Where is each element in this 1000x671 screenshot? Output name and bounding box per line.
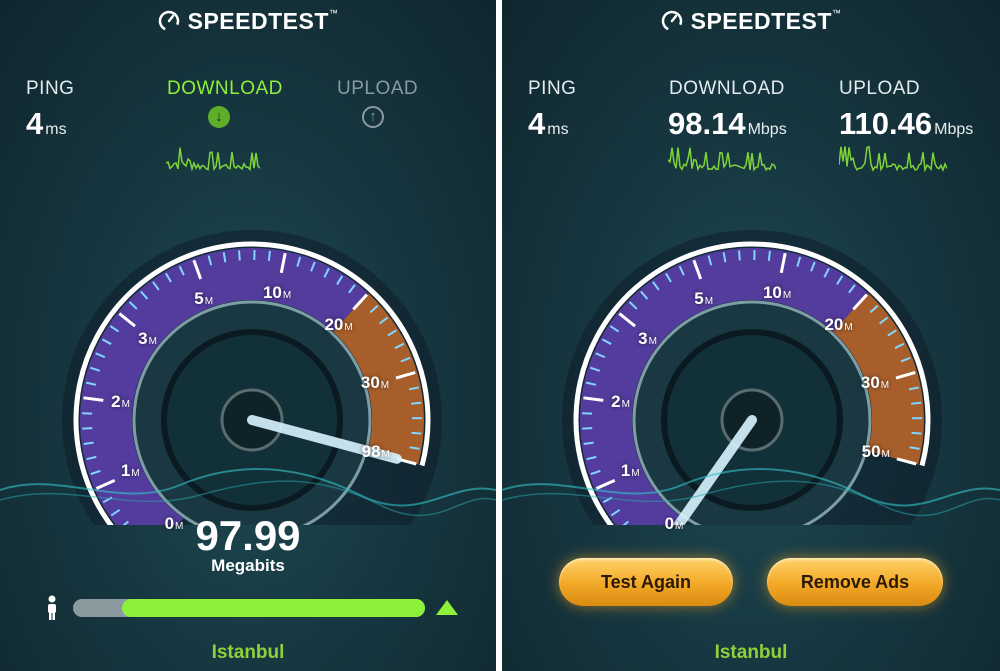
- download-activity-graph: [668, 147, 776, 172]
- progress-fill: [122, 599, 425, 617]
- gauge-tick: [911, 401, 922, 405]
- gauge-tick: [582, 427, 593, 430]
- right-panel-results: SPEEDTEST™ PING 4 ms DOWNLOAD 98.14 Mbps U…: [502, 0, 1000, 671]
- server-city: Istanbul: [211, 642, 285, 663]
- gauge-tick-label: 5M: [194, 288, 214, 308]
- gauge-tick-label: 0M: [664, 513, 684, 533]
- gauge-tick: [583, 441, 594, 446]
- gauge-tick-label: 20M: [324, 314, 353, 334]
- gauge-tick: [767, 250, 771, 261]
- ping-label: PING: [528, 78, 577, 99]
- upload-value: 110.46 Mbps: [839, 106, 974, 141]
- download-value: 98.14 Mbps: [668, 106, 787, 141]
- upload-label: UPLOAD: [337, 78, 419, 99]
- gauge-tick-label: 3M: [138, 328, 157, 348]
- gauge-tick-label: 98M: [361, 442, 390, 462]
- download-activity-graph: [166, 147, 260, 172]
- upload-label: UPLOAD: [839, 78, 921, 99]
- ping-value: 4 ms: [26, 106, 67, 141]
- download-label: DOWNLOAD: [167, 78, 283, 99]
- gauge-tick-label: 30M: [360, 373, 390, 393]
- test-again-button[interactable]: Test Again: [559, 558, 733, 606]
- person-icon: [48, 595, 56, 620]
- gauge-tick-label: 2M: [111, 392, 130, 412]
- gauge-tick: [411, 431, 422, 435]
- remove-ads-button[interactable]: Remove Ads: [767, 558, 943, 606]
- gauge-tick-label: 3M: [638, 328, 657, 348]
- gauge-tick-label: 30M: [860, 373, 890, 393]
- server-city: Istanbul: [714, 642, 788, 663]
- gauge-tick-label: 5M: [694, 288, 714, 308]
- speedtest-logo: SPEEDTEST™: [502, 8, 1000, 35]
- gauge-tick: [411, 401, 422, 405]
- speed-reading-value: 97.99: [195, 512, 301, 559]
- left-panel-testing: SPEEDTEST™ PING 4 ms DOWNLOAD ↓ UPLOAD ↑ …: [0, 0, 496, 671]
- upload-activity-graph: [839, 145, 947, 173]
- speedtest-logo: SPEEDTEST™: [0, 8, 496, 35]
- arrow-down-icon: ↓: [208, 106, 230, 128]
- wave-decoration: [502, 467, 1000, 517]
- gauge-tick-label: 1M: [620, 460, 640, 480]
- gauge-tick: [738, 250, 741, 261]
- gauge-tick-label: 20M: [824, 314, 853, 334]
- gauge-tick: [82, 427, 93, 430]
- download-label: DOWNLOAD: [669, 78, 785, 99]
- gauge-tick: [911, 431, 922, 435]
- server-marker-icon: [436, 600, 458, 615]
- gauge-tick-label: 10M: [262, 283, 292, 303]
- ping-label: PING: [26, 78, 75, 99]
- arrow-up-icon: ↑: [362, 106, 384, 128]
- gauge-tick-label: 10M: [762, 283, 792, 303]
- gauge-tick-label: 50M: [861, 442, 890, 462]
- speedometer-logo-icon: [158, 10, 179, 32]
- gauge-tick-label: 1M: [120, 460, 140, 480]
- gauge-tick: [238, 250, 241, 261]
- gauge-tick: [267, 250, 271, 261]
- speedometer-logo-icon: [661, 10, 682, 32]
- server-progress-bar: [73, 599, 425, 617]
- ping-value: 4 ms: [528, 106, 569, 141]
- gauge-tick-label: 2M: [611, 392, 630, 412]
- gauge-tick: [83, 441, 94, 446]
- speed-reading-unit: Megabits: [211, 556, 285, 575]
